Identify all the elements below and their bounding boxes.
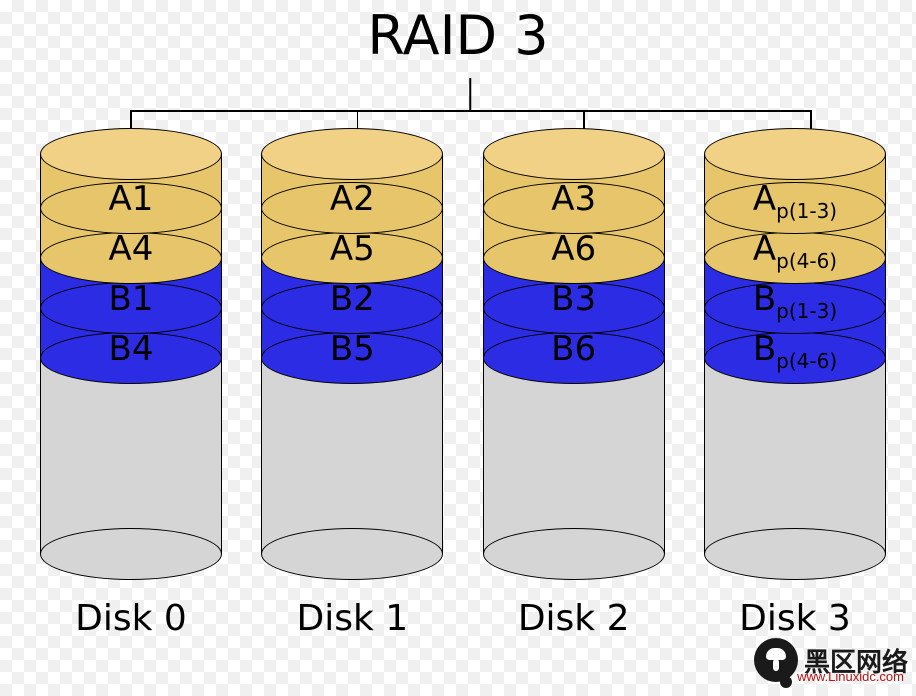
disk-label-0: Disk 0 [75,598,187,639]
block-label: B4 [40,332,222,366]
disk-body [704,358,886,554]
disk-top-ellipse [261,128,443,180]
disk-top-ellipse [704,128,886,180]
disk-body [483,358,665,554]
block-label: A4 [40,232,222,266]
block-label-parity: Ap(4-6) [704,232,886,271]
block-label: A3 [483,182,665,216]
block-label: B5 [261,332,443,366]
block-label: B6 [483,332,665,366]
block-label: B2 [261,282,443,316]
disk-bottom-ellipse [483,528,665,580]
disk-column-2: A3 A6 B3 B6 Disk 2 [483,128,665,639]
disk-cylinder-0: A1 A4 B1 B4 [40,128,222,580]
disk-column-0: A1 A4 B1 B4 Disk 0 [40,128,222,639]
watermark: 黑区网络 www.Linuxidc.com [754,638,908,682]
block-label-parity: Ap(1-3) [704,182,886,221]
watermark-url: www.Linuxidc.com [797,669,904,684]
disk-cylinder-1: A2 A5 B2 B5 [261,128,443,580]
block-label: A5 [261,232,443,266]
disk-bottom-ellipse [40,528,222,580]
disk-top-ellipse [40,128,222,180]
connector-bar [130,110,810,112]
watermark-logo-icon [754,638,798,682]
disk-columns: A1 A4 B1 B4 Disk 0 A2 A5 B2 B5 Disk 1 [40,128,886,639]
disk-cylinder-2: A3 A6 B3 B6 [483,128,665,580]
disk-bottom-ellipse [704,528,886,580]
disk-body [40,358,222,554]
block-label: A2 [261,182,443,216]
block-label: A6 [483,232,665,266]
disk-column-3: Ap(1-3) Ap(4-6) Bp(1-3) Bp(4-6) Disk 3 [704,128,886,639]
disk-bottom-ellipse [261,528,443,580]
block-label-parity: Bp(1-3) [704,282,886,321]
disk-label-3: Disk 3 [739,598,851,639]
block-label: B1 [40,282,222,316]
connector-stem [469,78,471,110]
disk-column-1: A2 A5 B2 B5 Disk 1 [261,128,443,639]
disk-label-1: Disk 1 [296,598,408,639]
block-label: A1 [40,182,222,216]
diagram-title: RAID 3 [0,4,916,67]
block-label-parity: Bp(4-6) [704,332,886,371]
disk-cylinder-3: Ap(1-3) Ap(4-6) Bp(1-3) Bp(4-6) [704,128,886,580]
disk-label-2: Disk 2 [518,598,630,639]
disk-body [261,358,443,554]
disk-top-ellipse [483,128,665,180]
block-label: B3 [483,282,665,316]
